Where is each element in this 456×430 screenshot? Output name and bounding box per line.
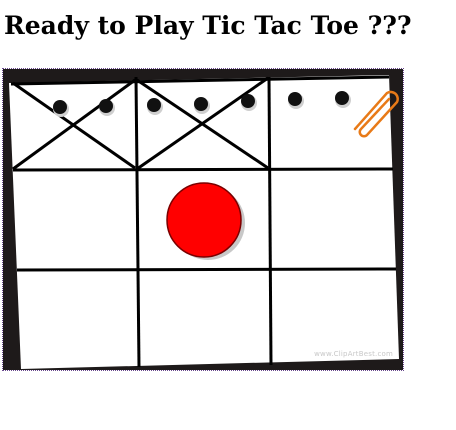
board-cell-r1c1[interactable] — [15, 85, 133, 167]
grid-line-vertical-2 — [267, 76, 273, 366]
board-cell-r1c2[interactable] — [140, 83, 266, 167]
board-cell-r3c3[interactable] — [275, 272, 395, 360]
board-cell-r1c3[interactable] — [273, 81, 389, 167]
tic-tac-toe-board-image: www.ClipArtBest.com — [2, 68, 404, 371]
board-cells — [15, 81, 395, 365]
watermark-text: www.ClipArtBest.com — [314, 350, 393, 358]
board-cell-r3c1[interactable] — [21, 273, 135, 365]
page-title: Ready to Play Tic Tac Toe ??? — [4, 11, 412, 40]
board-cell-r2c1[interactable] — [17, 173, 135, 267]
board-cell-r2c2[interactable] — [141, 173, 267, 267]
grid-line-horizontal-2 — [16, 267, 397, 272]
board-cell-r3c2[interactable] — [142, 273, 268, 363]
grid-line-horizontal-1 — [12, 167, 394, 172]
board-cell-r2c3[interactable] — [274, 172, 392, 266]
